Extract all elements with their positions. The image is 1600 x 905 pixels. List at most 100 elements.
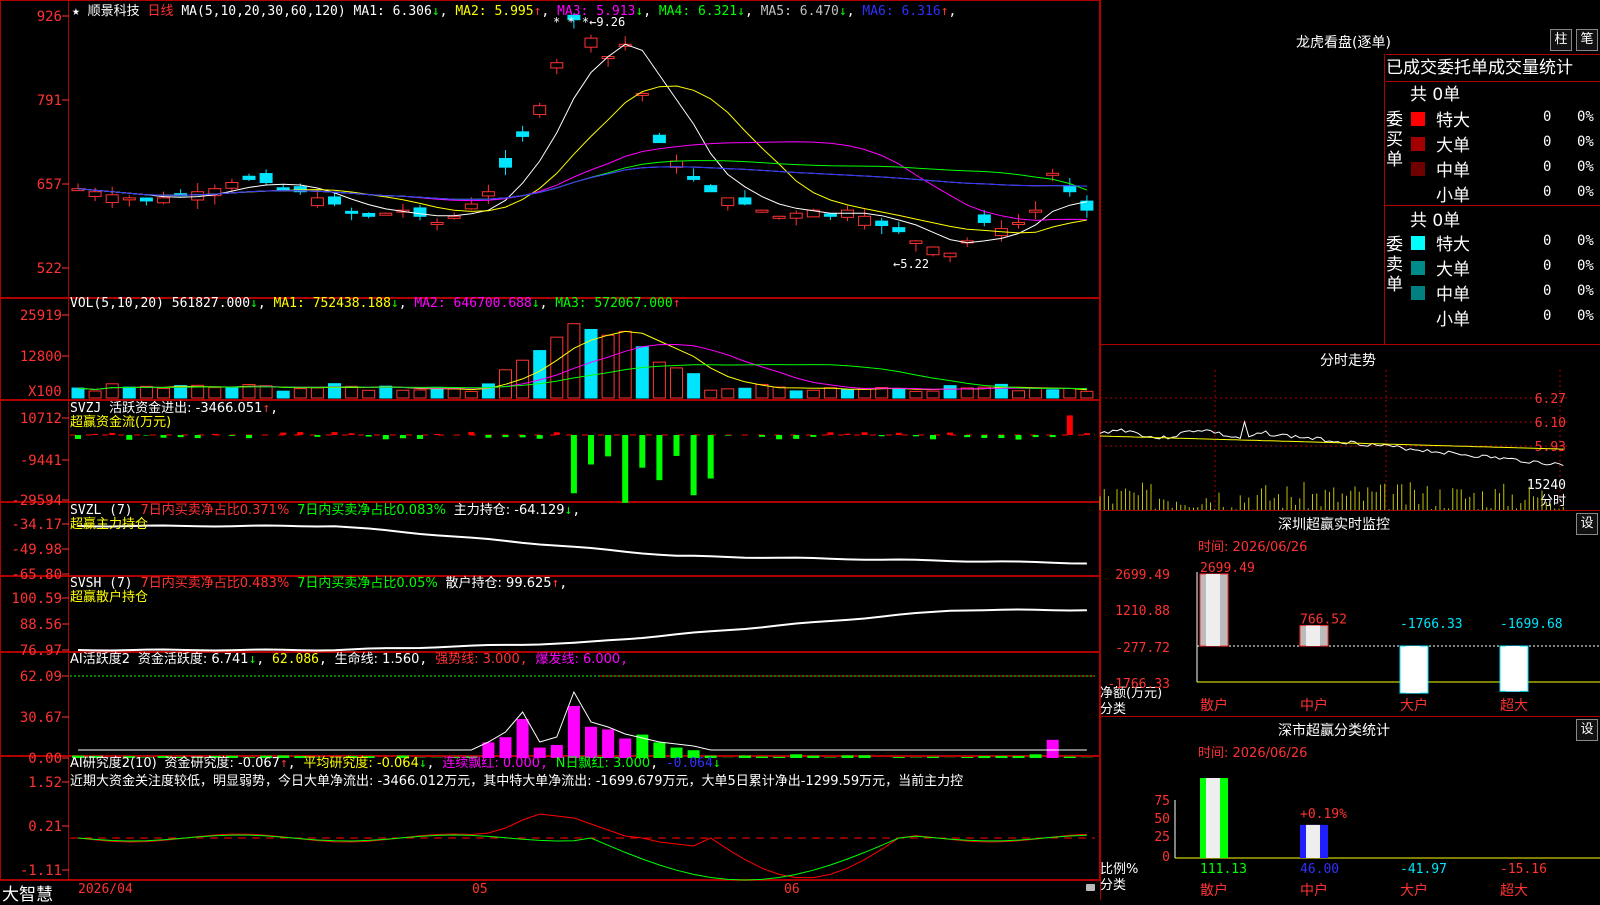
lhb-tick-button[interactable]: 笔: [1576, 29, 1598, 51]
svzl-subtitle: 超赢主力持仓: [70, 513, 148, 532]
volume-bar: [277, 391, 289, 398]
vol-ma1: MA1: 752438.188: [274, 296, 391, 311]
volume-bar: [482, 384, 494, 398]
lhb-divider: [1384, 54, 1385, 344]
svzj-bar: [280, 433, 286, 435]
svzj-bar: [178, 435, 184, 437]
vol-value: 561827.000: [172, 296, 250, 311]
date-label-jun: 06: [784, 882, 800, 897]
ai-bar: [1047, 740, 1059, 758]
sell-row-count: 0: [1543, 258, 1551, 274]
svzj-bar: [537, 435, 543, 439]
svzj-bar: [383, 435, 389, 439]
sell-row-count: 0: [1543, 233, 1551, 249]
svzj-bar: [725, 435, 731, 436]
price-header: ★ 顺景科技 日线 MA(5,10,20,30,60,120) MA1: 6.3…: [72, 0, 964, 16]
svzj-bar: [896, 433, 902, 435]
sell-orders-label: 委卖单: [1386, 235, 1402, 295]
candle-down: [739, 198, 751, 204]
volume-bar: [1047, 390, 1059, 398]
ai-bar: [1013, 756, 1025, 758]
candle-up: [158, 198, 170, 203]
price-low-marker: ←5.22: [893, 257, 929, 271]
volume-bar: [534, 351, 546, 398]
ai-bar: [1064, 757, 1076, 758]
right-side-panel: [1100, 0, 1600, 900]
candle-up: [859, 216, 871, 225]
szmon-settings-button[interactable]: 设: [1576, 513, 1598, 535]
svsh-comma: ,: [559, 576, 567, 591]
lhb-column-button[interactable]: 柱: [1550, 29, 1572, 51]
svzj-axis-label: -29594: [11, 493, 62, 509]
ai-bar: [568, 706, 580, 758]
svzj-bar: [1016, 435, 1022, 440]
vol-unit-label: X100: [28, 384, 62, 400]
svzj-bar: [297, 432, 303, 435]
air-b-arrow: ↓: [419, 756, 427, 771]
divider-szstat: [1100, 716, 1600, 717]
ai-bar: [842, 755, 854, 758]
svzl-item1: 7日内买卖净占比0.371%: [140, 503, 289, 518]
period-label[interactable]: 日线: [148, 4, 174, 19]
ai-axis-label: 0.00: [28, 751, 62, 767]
ai-bar: [773, 757, 785, 758]
sell-row-name: 小单: [1436, 305, 1470, 330]
favorite-star-icon[interactable]: ★: [72, 4, 80, 19]
volume-bar: [311, 388, 323, 398]
vol-axis-label: 25919: [20, 308, 62, 324]
ai-axis-label: 62.09: [20, 669, 62, 685]
ai-bar: [790, 754, 802, 758]
svzj-bar: [981, 435, 987, 438]
candle-up: [773, 216, 785, 218]
ai-bar: [1030, 754, 1042, 758]
ma2-value: MA2: 5.995: [455, 4, 533, 19]
candle-down: [688, 176, 700, 179]
candle-down: [140, 198, 152, 201]
svzj-bar: [314, 435, 320, 437]
candle-down: [500, 159, 512, 168]
volume-bar: [106, 384, 118, 398]
buy-total: 共 0单: [1410, 80, 1460, 105]
panel-frame-1: [1, 299, 1100, 400]
buy-orders-label: 委买单: [1386, 110, 1402, 170]
buy-row-name: 特大: [1436, 106, 1470, 131]
svzj-bar: [246, 435, 252, 438]
buy-row-count: 0: [1543, 159, 1551, 175]
szstat-settings-button[interactable]: 设: [1576, 719, 1598, 741]
svzj-bar: [1033, 435, 1039, 437]
vol-ma3: MA3: 572067.000: [555, 296, 672, 311]
air-name: AI研究度2(10): [70, 756, 157, 771]
svzj-bar: [229, 435, 235, 436]
air-e-arrow: ↓: [713, 756, 721, 771]
svsh-axis-label: 100.59: [11, 591, 62, 607]
fenshi-title: 分时走势: [1320, 350, 1376, 370]
volume-bar: [893, 389, 905, 398]
air-axis-label: 0.21: [28, 819, 62, 835]
sell-row-count: 0: [1543, 308, 1551, 324]
svzj-bar: [109, 433, 115, 435]
divider-szmon: [1100, 510, 1600, 511]
candle-up: [431, 222, 443, 224]
svzj-axis-label: -9441: [20, 453, 62, 469]
szstat-ylabel2: 分类: [1100, 874, 1126, 893]
vol-arrow: ↓: [250, 296, 258, 311]
candle-up: [722, 198, 734, 206]
svzj-bar: [639, 435, 645, 468]
ma-line-2: [78, 86, 1087, 233]
svsh-subtitle: 超赢散户持仓: [70, 586, 148, 605]
volume-bar: [842, 390, 854, 398]
volume-bar: [636, 347, 648, 398]
svzj-bar: [434, 434, 440, 435]
ai-bar: [756, 757, 768, 758]
volume-bar: [465, 391, 477, 398]
svzj-bar: [468, 432, 474, 435]
lock-icon[interactable]: [1086, 884, 1095, 891]
volume-bar: [790, 391, 802, 398]
svzj-bar: [862, 432, 868, 435]
volume-bar: [551, 337, 563, 398]
vol-name: VOL(5,10,20): [70, 296, 164, 311]
stock-name[interactable]: 顺景科技: [88, 4, 140, 19]
candle-down: [346, 211, 358, 213]
candle-down: [517, 132, 529, 137]
svsh-line: [78, 610, 1087, 651]
